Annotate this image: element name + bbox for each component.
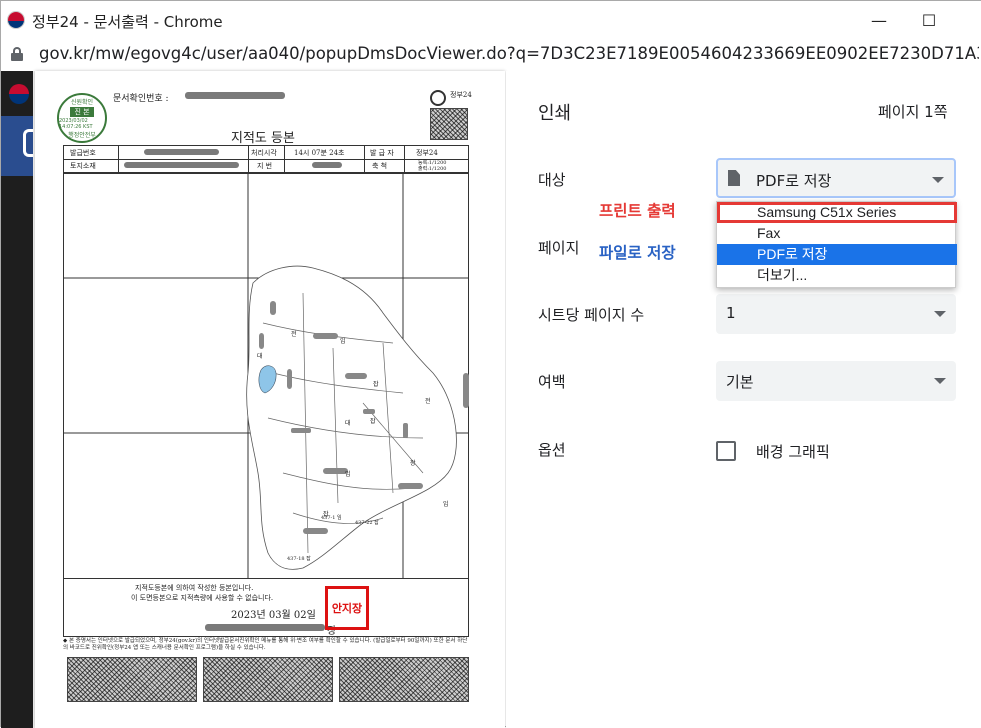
pages-per-sheet-label: 시트당 페이지 수 bbox=[538, 306, 645, 324]
gov24-logo-icon bbox=[9, 84, 29, 104]
parcel-label: 437-22 잡 bbox=[355, 520, 379, 526]
url-text[interactable]: gov.kr/mw/egovg4c/user/aa040/popupDmsDoc… bbox=[39, 44, 979, 63]
pages-label: 페이지 bbox=[538, 239, 580, 257]
verification-notice: ◆ 본 증명서는 인터넷으로 발급되었으며, 정부24(gov.kr)의 인터넷… bbox=[63, 638, 468, 651]
barcode-2 bbox=[203, 657, 333, 702]
gov-emblem-icon bbox=[430, 90, 446, 106]
confirm-number-label: 문서확인번호 : bbox=[113, 94, 169, 104]
print-preview[interactable]: 신원확인 진 본 2023/03/02 14:07:26 KST 행정안전부 문… bbox=[33, 71, 505, 728]
gov24-logo-icon bbox=[7, 11, 25, 29]
parcel-label: 전 bbox=[291, 331, 297, 338]
qr-code bbox=[430, 108, 468, 140]
header-table: 발급번호 처리시각 14시 07분 24초 발 급 자 정부24 토지소재 지 … bbox=[63, 145, 469, 173]
annotation-print-output: 프린트 출력 bbox=[599, 202, 676, 220]
chevron-down-icon bbox=[934, 311, 946, 317]
pages-per-sheet-select[interactable]: 1 bbox=[716, 294, 956, 334]
option-samsung-printer[interactable]: Samsung C51x Series bbox=[717, 202, 957, 223]
page-count: 페이지 1쪽 bbox=[878, 103, 948, 121]
barcode-1 bbox=[67, 657, 197, 702]
barcode-3 bbox=[339, 657, 469, 702]
options-label: 옵션 bbox=[538, 441, 566, 459]
address-bar[interactable]: gov.kr/mw/egovg4c/user/aa040/popupDmsDoc… bbox=[1, 39, 981, 71]
maximize-button[interactable]: ☐ bbox=[906, 1, 952, 39]
background-icon bbox=[23, 129, 33, 157]
parcel-label: 대 bbox=[257, 353, 263, 360]
parcel-label: 437-1 임 bbox=[321, 515, 342, 521]
footer-line-1: 지적도등본에 의하여 작성한 등본입니다. bbox=[135, 584, 254, 592]
lock-icon[interactable] bbox=[11, 47, 23, 61]
destination-dropdown: Samsung C51x Series Fax PDF로 저장 더보기... bbox=[716, 201, 957, 288]
footer-line-2: 이 도면등본으로 지적측량에 사용할 수 없습니다. bbox=[131, 594, 274, 602]
parcel-label: 전 bbox=[425, 398, 431, 405]
parcel-label: 잡 bbox=[373, 381, 379, 388]
parcel-label: 임 bbox=[340, 338, 346, 345]
background-graphics-checkbox[interactable] bbox=[716, 441, 736, 461]
parcel-label: 대 bbox=[345, 420, 351, 427]
option-see-more[interactable]: 더보기... bbox=[717, 265, 957, 286]
document-title: 지적도 등본 bbox=[231, 131, 295, 146]
title-bar: 정부24 - 문서출력 - Chrome — ☐ bbox=[1, 1, 981, 39]
cadastral-map bbox=[63, 173, 469, 579]
destination-select[interactable]: PDF로 저장 bbox=[716, 158, 956, 198]
background-graphics-label[interactable]: 배경 그래픽 bbox=[756, 441, 830, 462]
margins-label: 여백 bbox=[538, 373, 566, 391]
option-fax[interactable]: Fax bbox=[717, 223, 957, 244]
parcel-label: 437-18 잡 bbox=[287, 556, 311, 562]
parcel-label: 잡 bbox=[370, 418, 376, 425]
document-page: 신원확인 진 본 2023/03/02 14:07:26 KST 행정안전부 문… bbox=[35, 71, 505, 728]
margins-select[interactable]: 기본 bbox=[716, 361, 956, 401]
corner-label: 정부24 bbox=[450, 91, 472, 99]
redacted-confirm-number bbox=[185, 92, 285, 99]
parcel-label: 임 bbox=[443, 501, 449, 508]
window-title: 정부24 - 문서출력 - Chrome bbox=[32, 13, 223, 31]
issue-date: 2023년 03월 02일 bbox=[231, 610, 316, 621]
destination-label: 대상 bbox=[538, 171, 566, 189]
option-save-as-pdf[interactable]: PDF로 저장 bbox=[717, 244, 957, 265]
official-red-stamp: 안지장 bbox=[325, 586, 369, 630]
parcel-label: 임 bbox=[345, 471, 351, 478]
chevron-down-icon bbox=[932, 177, 944, 183]
background-page bbox=[1, 71, 33, 728]
authentic-seal: 신원확인 진 본 2023/03/02 14:07:26 KST 행정안전부 bbox=[57, 93, 107, 143]
print-settings-panel: 인쇄 페이지 1쪽 대상 PDF로 저장 프린트 출력 파일로 저장 페이지 시… bbox=[506, 71, 981, 728]
document-icon bbox=[728, 170, 740, 186]
chrome-popup-window: 정부24 - 문서출력 - Chrome — ☐ gov.kr/mw/egovg… bbox=[0, 0, 981, 728]
redacted-chief-name bbox=[205, 624, 325, 631]
minimize-button[interactable]: — bbox=[856, 1, 902, 39]
parcel-label: 장 bbox=[410, 460, 416, 467]
chevron-down-icon bbox=[934, 378, 946, 384]
print-heading: 인쇄 bbox=[538, 103, 572, 124]
annotation-save-file: 파일로 저장 bbox=[599, 244, 676, 262]
